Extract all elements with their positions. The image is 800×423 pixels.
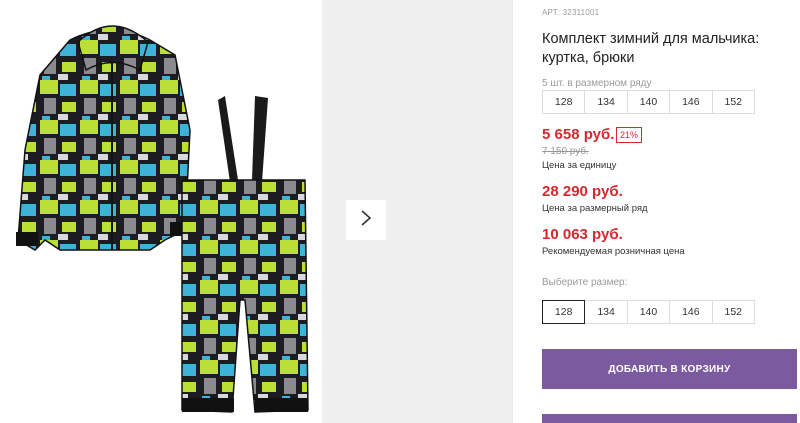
size-range-cell: 152 bbox=[711, 90, 755, 114]
column-divider bbox=[512, 0, 513, 423]
product-title: Комплект зимний для мальчика: куртка, бр… bbox=[542, 31, 760, 66]
discount-badge: 21% bbox=[616, 127, 643, 143]
size-option-128[interactable]: 128 bbox=[542, 300, 586, 324]
size-selector: 128 134 140 146 152 bbox=[542, 300, 755, 324]
size-range-grid: 128 134 140 146 152 bbox=[542, 90, 755, 114]
size-option-146[interactable]: 146 bbox=[669, 300, 713, 324]
size-option-152[interactable]: 152 bbox=[711, 300, 755, 324]
range-price: 28 290 руб. bbox=[542, 183, 623, 200]
product-illustration bbox=[16, 25, 309, 413]
product-sku: АРТ: 32311001 bbox=[542, 8, 600, 17]
old-price: 7 150 руб. bbox=[542, 146, 589, 157]
chevron-right-icon bbox=[360, 209, 372, 232]
range-price-caption: Цена за размерный ряд bbox=[542, 203, 648, 214]
retail-price-caption: Рекомендуемая розничная цена bbox=[542, 246, 685, 257]
size-range-cell: 134 bbox=[584, 90, 628, 114]
secondary-action-button[interactable] bbox=[542, 414, 797, 423]
size-option-140[interactable]: 140 bbox=[626, 300, 671, 324]
add-to-cart-button[interactable]: ДОБАВИТЬ В КОРЗИНУ bbox=[542, 349, 797, 389]
retail-price: 10 063 руб. bbox=[542, 226, 623, 243]
unit-price: 5 658 руб. bbox=[542, 126, 615, 143]
product-image bbox=[0, 0, 322, 423]
size-range-cell: 146 bbox=[669, 90, 713, 114]
gallery-next-button[interactable] bbox=[346, 200, 386, 240]
size-option-134[interactable]: 134 bbox=[584, 300, 628, 324]
choose-size-label: Выберите размер: bbox=[542, 277, 628, 288]
unit-price-caption: Цена за единицу bbox=[542, 160, 617, 171]
product-info-panel: АРТ: 32311001 Комплект зимний для мальчи… bbox=[542, 0, 800, 423]
size-range-cell: 140 bbox=[626, 90, 671, 114]
size-range-cell: 128 bbox=[542, 90, 586, 114]
size-range-label: 5 шт. в размерном ряду bbox=[542, 78, 652, 89]
